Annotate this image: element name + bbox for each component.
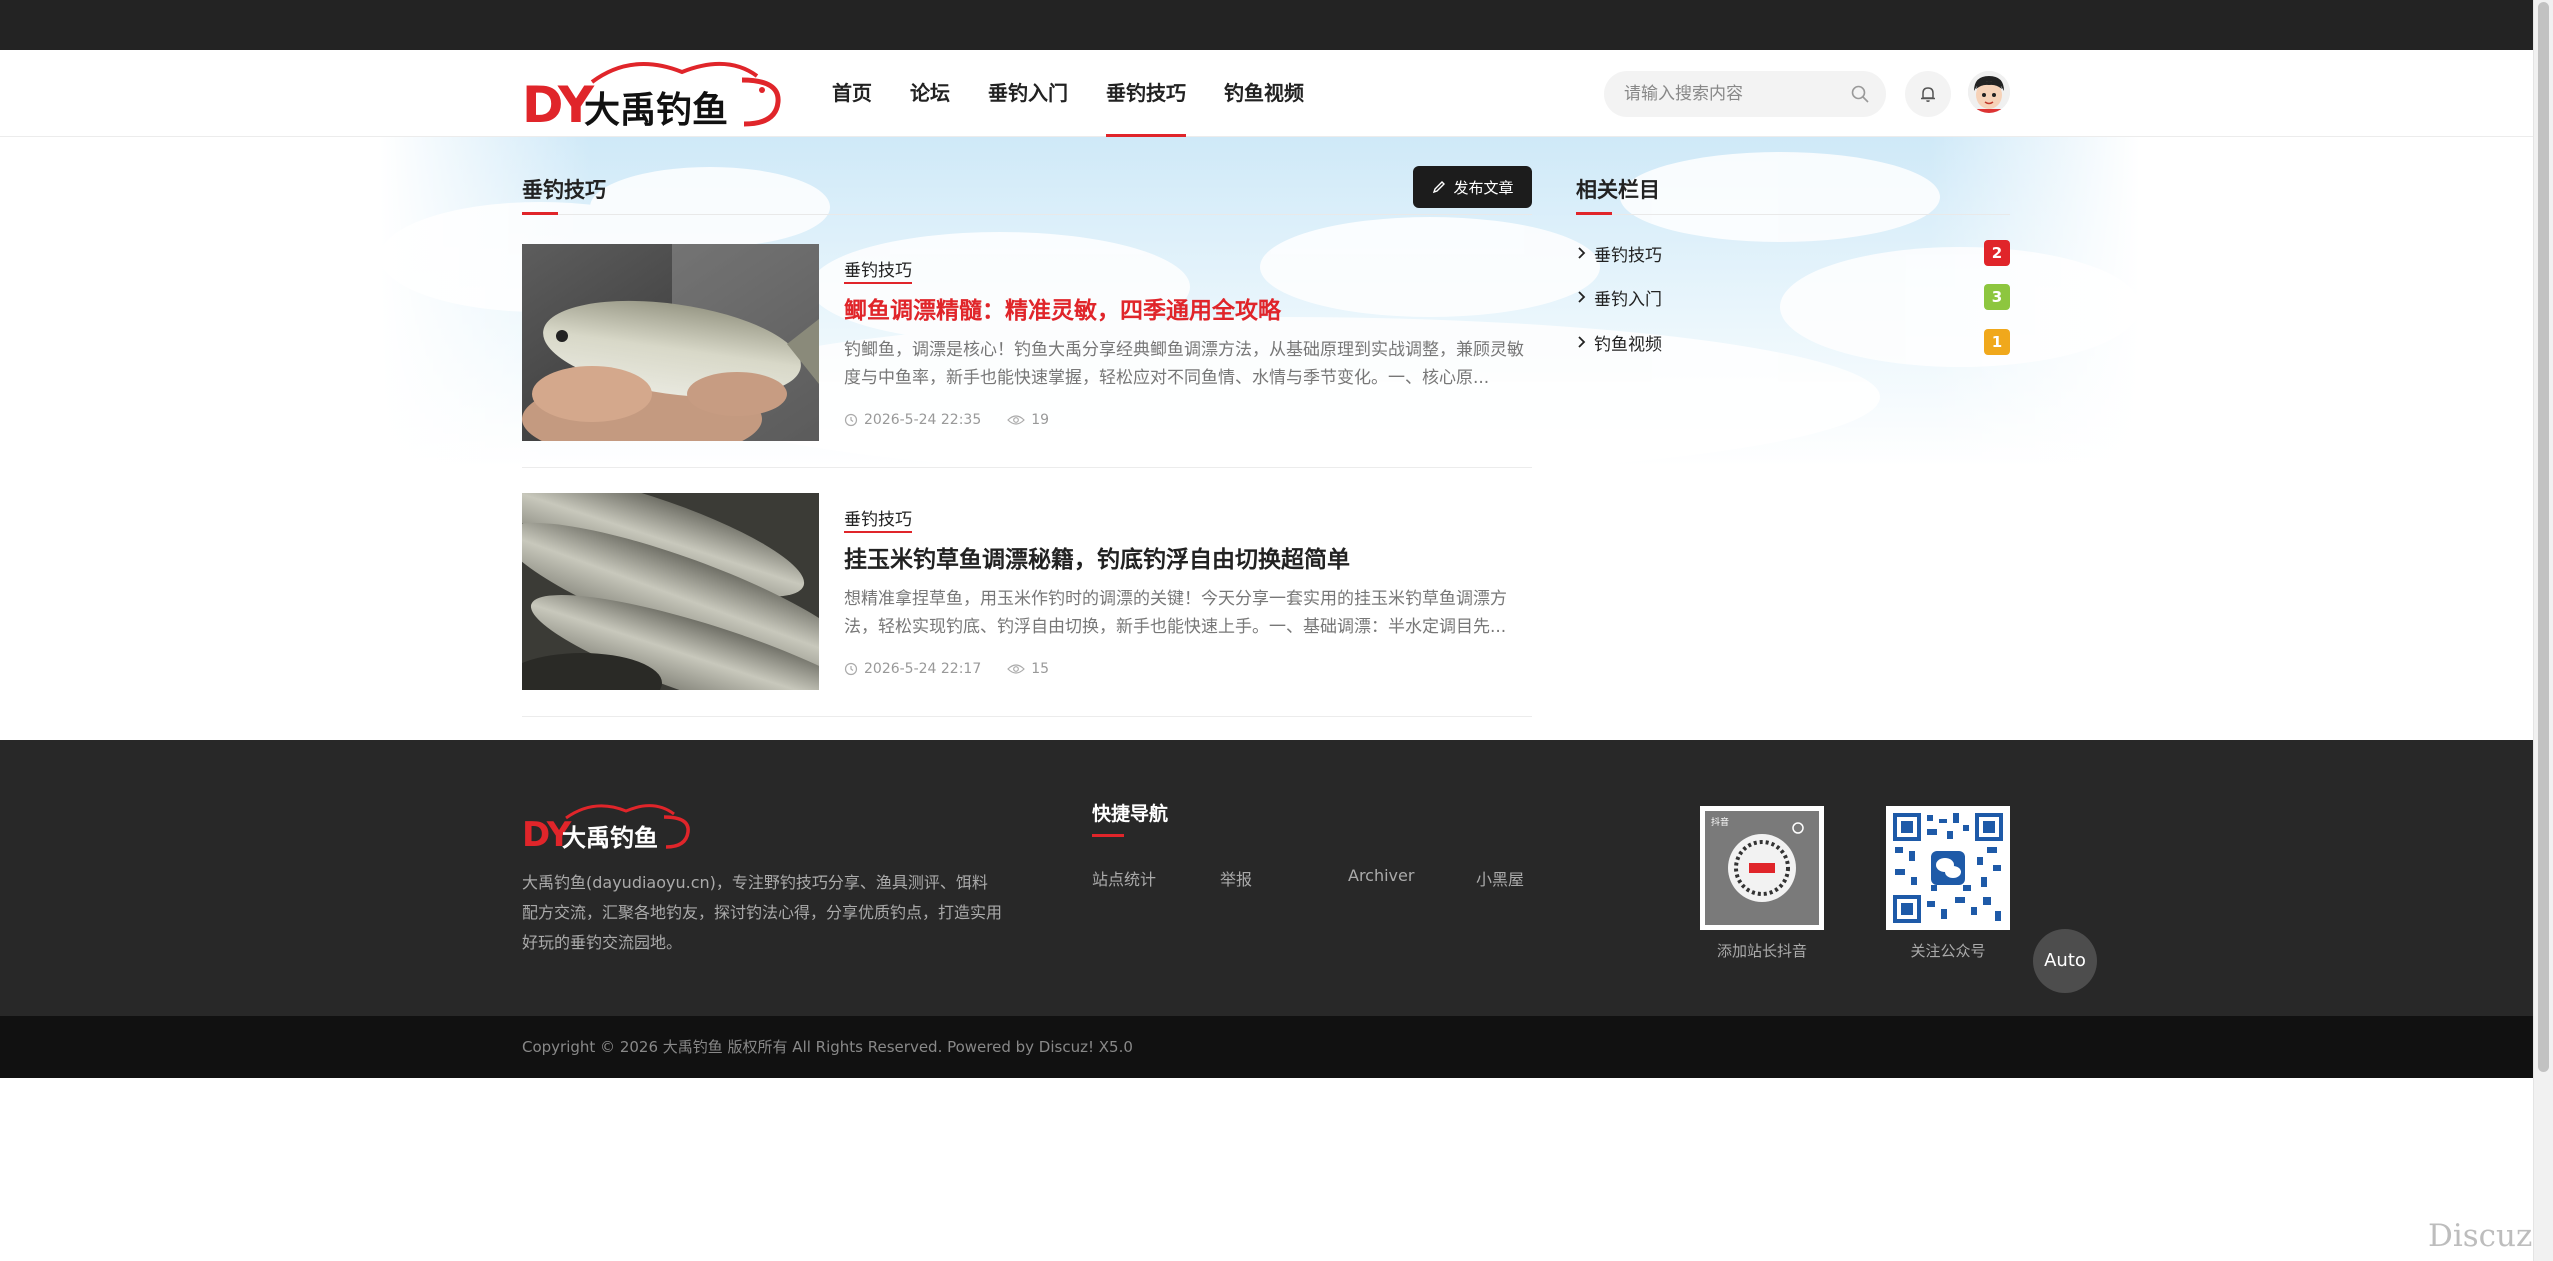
chevron-right-icon (1578, 247, 1586, 259)
article-title[interactable]: 挂玉米钓草鱼调漂秘籍，钓底钓浮自由切换超简单 (844, 540, 1350, 574)
sidebar-title-underline (1576, 212, 1612, 215)
nav-item-skills[interactable]: 垂钓技巧 (1106, 50, 1186, 137)
copyright-text: Copyright © 2026 大禹钓鱼 版权所有 All Rights Re… (522, 1038, 1133, 1056)
douyin-badge: 抖音 (1711, 816, 1729, 828)
site-header: DY 大禹钓鱼 首页 论坛 垂钓入门 垂钓技巧 钓鱼视频 (0, 50, 2533, 137)
quick-link-blacklist[interactable]: 小黑屋 (1476, 866, 1524, 890)
sidebar-item-label: 垂钓入门 (1594, 289, 1662, 310)
section-title-underline (522, 212, 558, 215)
nav-item-home[interactable]: 首页 (832, 50, 872, 137)
count-badge: 3 (1984, 284, 2010, 310)
article-meta: 2026-5-24 22:35 19 (844, 412, 1049, 428)
publish-article-label: 发布文章 (1453, 178, 1514, 197)
site-footer: DY 大禹钓鱼 大禹钓鱼(dayudiaoyu.cn)，专注野钓技巧分享、渔具测… (0, 740, 2533, 1016)
article-thumbnail[interactable] (522, 493, 819, 690)
article-views: 19 (1031, 412, 1050, 428)
douyin-qr-code: 抖音 (1700, 806, 1824, 930)
discuz-watermark: Discuz! (2428, 1218, 2545, 1254)
quick-link-stats[interactable]: 站点统计 (1092, 866, 1156, 890)
site-logo[interactable]: DY 大禹钓鱼 (522, 58, 784, 134)
section-title: 垂钓技巧 (522, 178, 606, 202)
scrollbar-thumb[interactable] (2538, 2, 2549, 1072)
eye-icon (1007, 664, 1026, 674)
clock-icon (844, 413, 858, 427)
sidebar-divider (1576, 214, 2010, 215)
logo-text: 大禹钓鱼 (584, 90, 728, 130)
article-item: 垂钓技巧 挂玉米钓草鱼调漂秘籍，钓底钓浮自由切换超简单 想精准拿捏草鱼，用玉米作… (522, 493, 1532, 717)
copyright-bar: Copyright © 2026 大禹钓鱼 版权所有 All Rights Re… (0, 1016, 2533, 1078)
page-scrollbar[interactable] (2533, 0, 2553, 1261)
edit-icon (1433, 181, 1446, 194)
wechat-caption: 关注公众号 (1910, 942, 1986, 960)
quick-link-archiver[interactable]: Archiver (1348, 866, 1414, 885)
article-excerpt: 钓鲫鱼，调漂是核心！钓鱼大禹分享经典鲫鱼调漂方法，从基础原理到实战调整，兼顾灵敏… (844, 340, 1524, 388)
article-views: 15 (1031, 661, 1050, 677)
douyin-caption: 添加站长抖音 (1716, 942, 1807, 960)
quick-nav-title: 快捷导航 (1092, 803, 1169, 825)
chevron-right-icon (1578, 336, 1586, 348)
theme-auto-button[interactable]: Auto (2033, 929, 2097, 993)
search-input[interactable] (1624, 71, 1844, 117)
quick-link-report[interactable]: 举报 (1220, 866, 1252, 890)
search-box (1604, 71, 1886, 117)
article-excerpt: 想精准拿捏草鱼，用玉米作钓时的调漂的关键！今天分享一套实用的挂玉米钓草鱼调漂方法… (844, 589, 1507, 637)
sidebar-item-label: 垂钓技巧 (1594, 245, 1662, 266)
top-strip (0, 0, 2533, 50)
search-icon[interactable] (1850, 84, 1870, 104)
footer-logo-text: 大禹钓鱼 (562, 824, 658, 852)
count-badge: 1 (1984, 329, 2010, 355)
nav-item-beginner[interactable]: 垂钓入门 (988, 50, 1068, 137)
chevron-right-icon (1578, 291, 1586, 303)
wechat-qr-code (1886, 806, 2010, 930)
article-item: 垂钓技巧 鲫鱼调漂精髓：精准灵敏，四季通用全攻略 钓鲫鱼，调漂是核心！钓鱼大禹分… (522, 244, 1532, 468)
eye-icon (1007, 415, 1026, 425)
bell-icon (1921, 87, 1935, 102)
count-badge: 2 (1984, 240, 2010, 266)
article-category[interactable]: 垂钓技巧 (844, 256, 912, 284)
article-date: 2026-5-24 22:35 (864, 412, 982, 428)
sidebar-item-skills[interactable]: 垂钓技巧 2 (1576, 239, 2010, 267)
sidebar-item-beginner[interactable]: 垂钓入门 3 (1576, 283, 2010, 311)
nav-item-videos[interactable]: 钓鱼视频 (1224, 50, 1304, 137)
article-date: 2026-5-24 22:17 (864, 661, 982, 677)
footer-logo[interactable]: DY 大禹钓鱼 (522, 802, 692, 855)
article-thumbnail[interactable] (522, 244, 819, 441)
sidebar-item-label: 钓鱼视频 (1594, 334, 1662, 355)
publish-article-button[interactable]: 发布文章 (1413, 166, 1532, 208)
article-meta: 2026-5-24 22:17 15 (844, 661, 1049, 677)
sidebar-title: 相关栏目 (1576, 178, 1660, 202)
quick-nav-underline (1092, 834, 1124, 837)
nav-item-forum[interactable]: 论坛 (910, 50, 950, 137)
article-category[interactable]: 垂钓技巧 (844, 505, 912, 533)
section-divider (522, 214, 1532, 215)
article-title[interactable]: 鲫鱼调漂精髓：精准灵敏，四季通用全攻略 (844, 291, 1281, 325)
clock-icon (844, 662, 858, 676)
user-avatar[interactable] (1968, 71, 2010, 113)
footer-description: 大禹钓鱼(dayudiaoyu.cn)，专注野钓技巧分享、渔具测评、饵料配方交流… (522, 873, 1003, 952)
main-nav: 首页 论坛 垂钓入门 垂钓技巧 钓鱼视频 (832, 50, 1342, 137)
sidebar-item-videos[interactable]: 钓鱼视频 1 (1576, 328, 2010, 356)
notification-button[interactable] (1905, 71, 1951, 117)
